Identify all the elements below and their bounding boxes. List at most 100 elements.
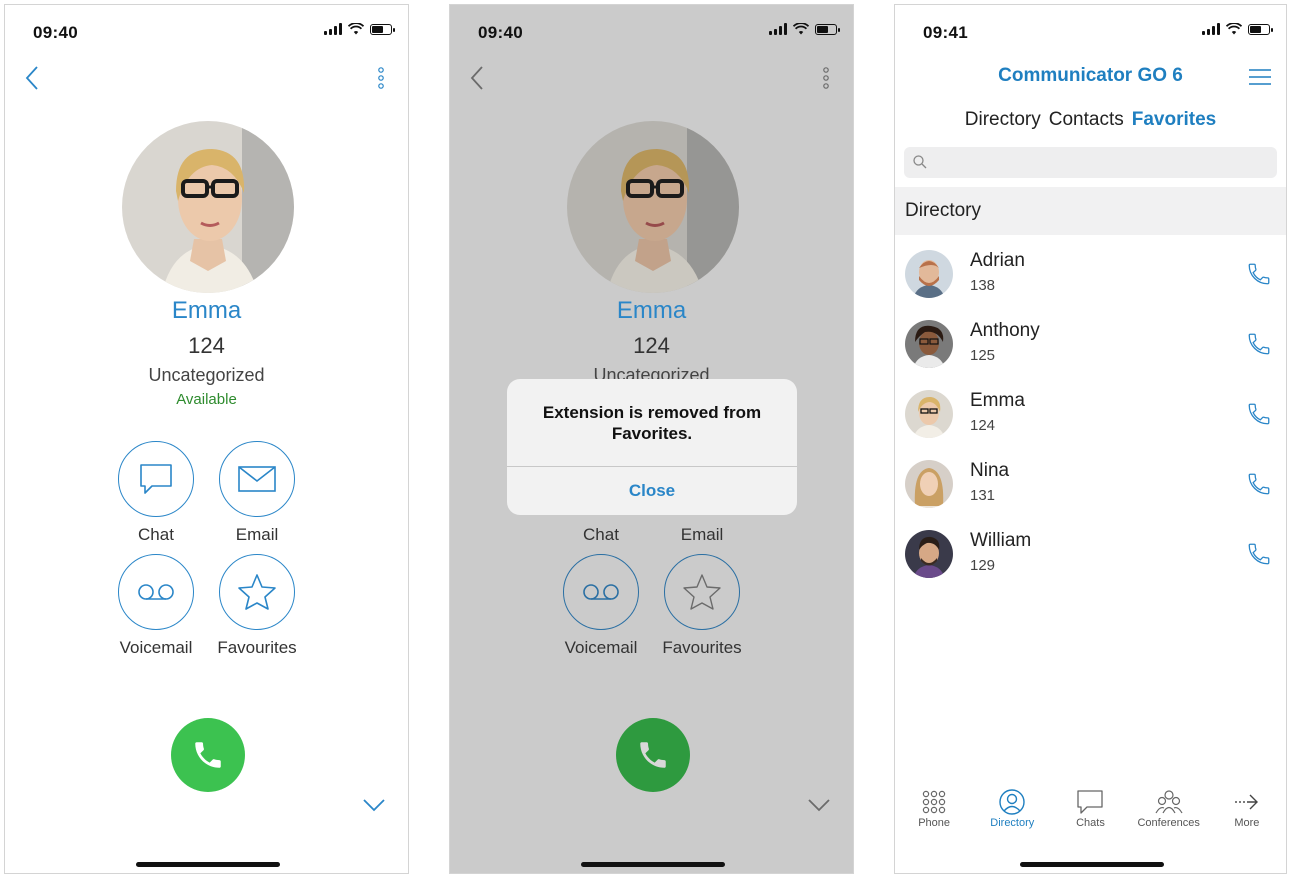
wifi-icon	[793, 23, 809, 35]
phone-icon[interactable]	[1246, 261, 1272, 287]
chat-button[interactable]	[118, 441, 194, 517]
app-title: Communicator GO 6	[998, 65, 1183, 86]
signal-icon	[324, 23, 342, 35]
contact-extension: 124	[633, 333, 670, 358]
more-vertical-icon[interactable]	[819, 63, 833, 93]
voicemail-label: Voicemail	[119, 638, 193, 657]
phone-icon[interactable]	[1246, 541, 1272, 567]
keypad-icon	[922, 790, 946, 814]
favourites-label: Favourites	[217, 638, 297, 657]
email-button[interactable]	[219, 441, 295, 517]
more-vertical-icon[interactable]	[374, 63, 388, 93]
phone-icon	[195, 742, 221, 768]
email-label: Email	[680, 525, 724, 544]
contact-extension: 138	[970, 277, 996, 294]
status-time: 09:41	[923, 23, 968, 42]
arrow-right-icon	[1234, 794, 1258, 810]
tabbar-phone[interactable]: Phone	[895, 787, 973, 843]
alert-message: Extension is removed from Favorites.	[542, 402, 762, 443]
hamburger-menu-icon[interactable]	[1248, 67, 1272, 87]
chevron-down-icon[interactable]	[361, 795, 387, 815]
contact-detail-alert-screen: 09:40 Emma 124 Uncategorized Chat Email …	[449, 4, 854, 874]
call-button	[616, 718, 690, 792]
list-item[interactable]: Emma 124	[895, 381, 1286, 451]
voicemail-icon	[138, 584, 174, 600]
contact-extension: 124	[970, 417, 996, 434]
tabbar-phone-label: Phone	[918, 817, 950, 829]
contact-extension: 131	[970, 487, 996, 504]
list-item[interactable]: Nina 131	[895, 451, 1286, 521]
list-item[interactable]: William 129	[895, 521, 1286, 591]
status-time: 09:40	[478, 23, 523, 42]
contact-name: Emma	[171, 297, 242, 324]
search-input[interactable]	[904, 147, 1277, 178]
signal-icon	[769, 23, 787, 35]
alert-dialog: Extension is removed from Favorites. Clo…	[507, 379, 797, 515]
segment-tabs: Directory Contacts Favorites	[895, 109, 1286, 131]
status-time: 09:40	[33, 23, 78, 42]
list-item[interactable]: Anthony 125	[895, 311, 1286, 381]
contact-name: Emma	[616, 297, 687, 324]
tab-contacts[interactable]: Contacts	[1049, 109, 1124, 131]
search-icon	[913, 155, 927, 169]
avatar	[905, 320, 953, 368]
contact-name: Nina	[970, 460, 1010, 481]
phone-icon[interactable]	[1246, 331, 1272, 357]
email-action[interactable]: Email	[202, 441, 312, 545]
wifi-icon	[348, 23, 364, 35]
voicemail-action: Voicemail	[546, 554, 656, 658]
contact-category: Uncategorized	[148, 365, 265, 385]
battery-icon	[370, 23, 395, 35]
chat-action[interactable]: Chat	[101, 441, 211, 545]
favourites-action[interactable]: Favourites	[202, 554, 312, 658]
voicemail-icon	[583, 584, 619, 600]
tab-favorites[interactable]: Favorites	[1132, 109, 1216, 131]
star-icon	[683, 574, 721, 610]
home-indicator[interactable]	[581, 862, 725, 867]
tab-directory[interactable]: Directory	[965, 109, 1041, 131]
status-bar: 09:41	[895, 5, 1286, 55]
back-chevron-icon[interactable]	[464, 63, 490, 93]
avatar	[905, 250, 953, 298]
avatar	[905, 530, 953, 578]
envelope-icon	[238, 466, 276, 492]
section-header: Directory	[895, 187, 1286, 235]
phone-icon[interactable]	[1246, 471, 1272, 497]
home-indicator[interactable]	[1020, 862, 1164, 867]
chevron-down-icon	[808, 799, 830, 812]
voicemail-button	[563, 554, 639, 630]
contact-extension: 129	[970, 557, 996, 574]
chat-bubble-icon	[140, 464, 172, 494]
contact-extension: 125	[970, 347, 996, 364]
star-icon	[238, 574, 276, 610]
alert-close-button[interactable]: Close	[507, 467, 797, 515]
tabbar-chats[interactable]: Chats	[1051, 787, 1129, 843]
contact-avatar	[567, 121, 739, 293]
tabbar-more[interactable]: More	[1208, 787, 1286, 843]
contact-name: Anthony	[970, 320, 1040, 341]
tabbar-more-label: More	[1234, 817, 1260, 829]
tabbar-conferences-label: Conferences	[1137, 817, 1200, 829]
tabbar-conferences[interactable]: Conferences	[1130, 787, 1208, 843]
favourites-action: Favourites	[647, 554, 757, 658]
chat-label: Chat	[583, 525, 619, 544]
battery-icon	[1248, 23, 1273, 35]
call-button[interactable]	[171, 718, 245, 792]
phone-icon[interactable]	[1246, 401, 1272, 427]
group-icon	[1155, 790, 1183, 814]
contact-avatar	[122, 121, 294, 293]
contact-detail-screen: 09:40 Emma 124 Uncategorized Available C…	[4, 4, 409, 874]
voicemail-label: Voicemail	[564, 638, 638, 657]
contact-status: Available	[176, 391, 237, 408]
wifi-icon	[1226, 23, 1242, 35]
voicemail-button[interactable]	[118, 554, 194, 630]
status-bar: 09:40	[450, 5, 853, 55]
contact-name: Adrian	[970, 250, 1025, 271]
back-chevron-icon[interactable]	[19, 63, 45, 93]
favourites-button[interactable]	[219, 554, 295, 630]
tabbar-directory[interactable]: Directory	[973, 787, 1051, 843]
status-bar: 09:40	[5, 5, 408, 55]
voicemail-action[interactable]: Voicemail	[101, 554, 211, 658]
list-item[interactable]: Adrian 138	[895, 241, 1286, 311]
home-indicator[interactable]	[136, 862, 280, 867]
